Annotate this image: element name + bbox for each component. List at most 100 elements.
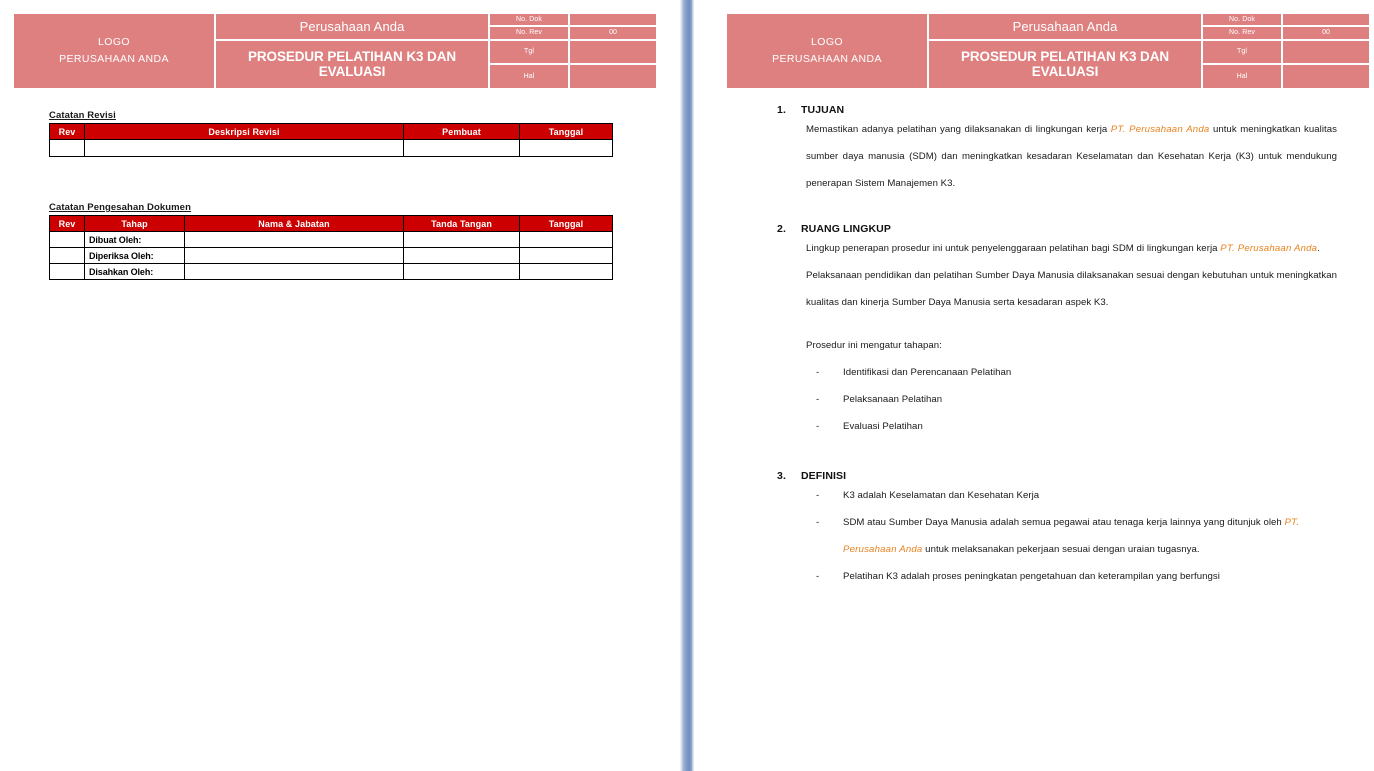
section-1-heading: 1. TUJUAN (777, 104, 1337, 116)
approval-block: Catatan Pengesahan Dokumen Rev Tahap Nam… (49, 202, 613, 280)
cell-tanggal[interactable] (519, 139, 613, 157)
col-rev: Rev (49, 215, 85, 232)
meta-label-no-dok: No. Dok (490, 14, 568, 26)
revision-block: Catatan Revisi Rev Deskripsi Revisi Pemb… (49, 110, 613, 157)
cell-pembuat[interactable] (403, 139, 520, 157)
section-3-title: DEFINISI (801, 470, 847, 482)
cell-rev[interactable] (49, 231, 85, 248)
table-row[interactable] (49, 139, 613, 157)
cell-nama-jabatan[interactable] (184, 247, 404, 264)
meta-value-tgl (1283, 40, 1369, 64)
cell-rev[interactable] (49, 263, 85, 280)
paragraph-text-a: Memastikan adanya pelatihan yang dilaksa… (806, 124, 1111, 135)
section-1-title: TUJUAN (801, 104, 845, 116)
cell-tanggal[interactable] (519, 231, 613, 248)
company-name-cell: Perusahaan Anda (216, 14, 488, 39)
meta-label-no-rev: No. Rev (1203, 27, 1281, 39)
section-2-title: RUANG LINGKUP (801, 223, 891, 235)
col-deskripsi-revisi: Deskripsi Revisi (84, 123, 404, 140)
company-name-cell: Perusahaan Anda (929, 14, 1201, 39)
logo-line-1: LOGO (811, 36, 843, 48)
list-item: - K3 adalah Keselamatan dan Kesehatan Ker… (816, 482, 1337, 509)
section-2-list: - Identifikasi dan Perencanaan Pelatihan … (806, 359, 1337, 440)
company-name-inline: PT. Perusahaan Anda (1110, 124, 1210, 135)
table-header-row: Rev Tahap Nama & Jabatan Tanda Tangan Ta… (49, 215, 613, 232)
cell-nama-jabatan[interactable] (184, 263, 404, 280)
col-tahap: Tahap (84, 215, 185, 232)
section-2-heading: 2. RUANG LINGKUP (777, 223, 1337, 235)
section-definisi: 3. DEFINISI - K3 adalah Keselamatan dan Ke… (777, 470, 1337, 590)
meta-label-no-dok: No. Dok (1203, 14, 1281, 26)
document-header-right: LOGO PERUSAHAAN ANDA Perusahaan Anda No.… (725, 12, 1371, 90)
page-scrollbar[interactable] (676, 0, 697, 771)
list-item-label: Evaluasi Pelatihan (843, 421, 923, 432)
section-3-body: - K3 adalah Keselamatan dan Kesehatan Ker… (777, 482, 1337, 590)
table-row[interactable]: Disahkan Oleh: (49, 263, 613, 280)
cell-tahap-disahkan[interactable]: Disahkan Oleh: (84, 263, 185, 280)
table-header-row: Rev Deskripsi Revisi Pembuat Tanggal (49, 123, 613, 140)
col-rev: Rev (49, 123, 85, 140)
cell-nama-jabatan[interactable] (184, 231, 404, 248)
cell-rev[interactable] (49, 139, 85, 157)
cell-tanggal[interactable] (519, 247, 613, 264)
list-item: - Evaluasi Pelatihan (816, 413, 1337, 440)
list-item-label: Pelaksanaan Pelatihan (843, 394, 943, 405)
list-item: - Identifikasi dan Perencanaan Pelatihan (816, 359, 1337, 386)
section-2-list-intro: Prosedur ini mengatur tahapan: (806, 340, 942, 351)
table-row[interactable]: Diperiksa Oleh: (49, 247, 613, 264)
cell-tahap-dibuat[interactable]: Dibuat Oleh: (84, 231, 185, 248)
list-item-label-a: SDM atau Sumber Daya Manusia adalah semu… (843, 517, 1285, 528)
list-item-label: Pelatihan K3 adalah proses peningkatan p… (843, 571, 1220, 582)
cell-deskripsi[interactable] (84, 139, 404, 157)
list-item: - Pelatihan K3 adalah proses peningkatan … (816, 563, 1337, 590)
revision-table-caption: Catatan Revisi (49, 110, 116, 121)
meta-value-hal (570, 65, 656, 88)
meta-value-no-rev: 00 (1283, 27, 1369, 39)
list-item-label: Identifikasi dan Perencanaan Pelatihan (843, 367, 1012, 378)
list-item-label-b: untuk melaksanakan pekerjaan sesuai deng… (922, 544, 1200, 555)
section-3-list: - K3 adalah Keselamatan dan Kesehatan Ker… (806, 482, 1337, 590)
section-2-paragraph-1: Lingkup penerapan prosedur ini untuk pen… (806, 235, 1337, 262)
cell-tanda-tangan[interactable] (403, 247, 520, 264)
list-item: - SDM atau Sumber Daya Manusia adalah sem… (816, 509, 1337, 563)
dash-icon: - (816, 421, 820, 432)
cell-tanda-tangan[interactable] (403, 263, 520, 280)
approval-table-caption: Catatan Pengesahan Dokumen (49, 202, 191, 213)
section-2-number: 2. (777, 223, 786, 235)
col-nama-jabatan: Nama & Jabatan (184, 215, 404, 232)
cell-rev[interactable] (49, 247, 85, 264)
meta-label-tgl: Tgl (490, 40, 568, 64)
document-body: 1. TUJUAN Memastikan adanya pelatihan yan… (777, 104, 1337, 590)
company-logo-cell: LOGO PERUSAHAAN ANDA (14, 14, 214, 88)
scrollbar-thumb[interactable] (680, 0, 694, 771)
section-tujuan: 1. TUJUAN Memastikan adanya pelatihan yan… (777, 104, 1337, 197)
list-item: - Pelaksanaan Pelatihan (816, 386, 1337, 413)
document-page-left: LOGO PERUSAHAAN ANDA Perusahaan Anda No.… (0, 0, 676, 771)
section-1-number: 1. (777, 104, 786, 116)
paragraph-text-b: . (1317, 243, 1320, 254)
cell-tanggal[interactable] (519, 263, 613, 280)
cell-tahap-diperiksa[interactable]: Diperiksa Oleh: (84, 247, 185, 264)
meta-value-no-dok (1283, 14, 1369, 26)
list-item-label: K3 adalah Keselamatan dan Kesehatan Kerj… (843, 490, 1040, 501)
section-3-number: 3. (777, 470, 786, 482)
logo-line-2: PERUSAHAAN ANDA (59, 53, 169, 65)
dash-icon: - (816, 490, 820, 501)
meta-value-tgl (570, 40, 656, 64)
approval-table: Rev Tahap Nama & Jabatan Tanda Tangan Ta… (49, 215, 613, 280)
dash-icon: - (816, 571, 820, 582)
meta-value-no-rev: 00 (570, 27, 656, 39)
meta-value-hal (1283, 65, 1369, 88)
table-row[interactable]: Dibuat Oleh: (49, 231, 613, 248)
meta-label-tgl: Tgl (1203, 40, 1281, 64)
document-page-right: LOGO PERUSAHAAN ANDA Perusahaan Anda No.… (697, 0, 1374, 771)
cell-tanda-tangan[interactable] (403, 231, 520, 248)
col-tanggal: Tanggal (519, 123, 613, 140)
section-2-body: Lingkup penerapan prosedur ini untuk pen… (777, 235, 1337, 440)
paragraph-text-a: Lingkup penerapan prosedur ini untuk pen… (806, 243, 1221, 254)
col-tanggal: Tanggal (519, 215, 613, 232)
logo-line-1: LOGO (98, 36, 130, 48)
